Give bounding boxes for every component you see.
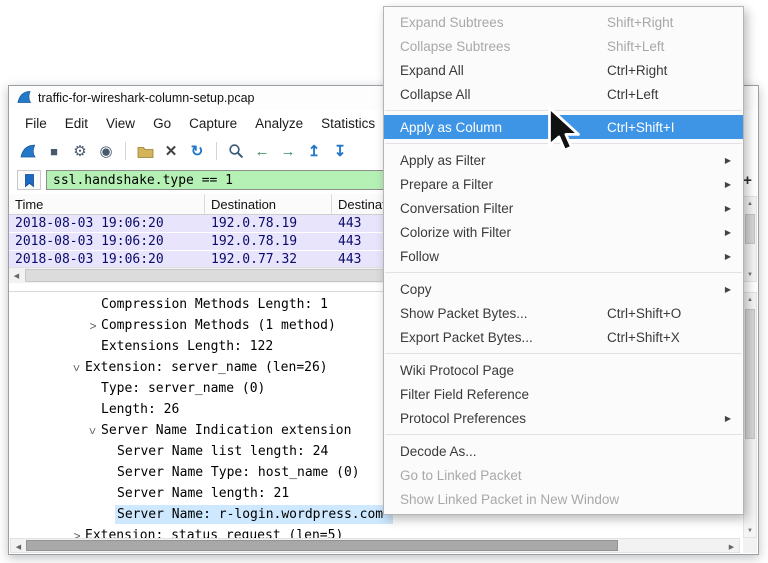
wireshark-logo-icon — [16, 89, 32, 108]
submenu-arrow-icon: ▶ — [721, 180, 731, 189]
menu-item-show-linked-packet-in-new-window[interactable]: Show Linked Packet in New Window — [384, 487, 743, 511]
menu-view[interactable]: View — [97, 113, 144, 134]
scroll-right-icon[interactable]: ▶ — [724, 539, 739, 554]
submenu-arrow-icon: ▶ — [721, 204, 731, 213]
cell-time: 2018-08-03 19:06:20 — [9, 251, 205, 267]
menu-item-export-packet-bytes[interactable]: Export Packet Bytes...Ctrl+Shift+X — [384, 325, 743, 349]
scroll-down-icon[interactable]: ▼ — [744, 268, 756, 281]
cell-destination: 192.0.78.19 — [205, 215, 332, 232]
submenu-arrow-icon: ▶ — [721, 285, 731, 294]
menu-item-apply-as-filter[interactable]: Apply as Filter▶ — [384, 148, 743, 172]
menu-separator — [385, 434, 742, 435]
submenu-arrow-icon: ▶ — [721, 228, 731, 237]
menu-item-conversation-filter[interactable]: Conversation Filter▶ — [384, 196, 743, 220]
go-back-icon[interactable]: ← — [253, 141, 271, 161]
toolbar-separator — [216, 142, 217, 160]
menu-item-expand-all[interactable]: Expand AllCtrl+Right — [384, 58, 743, 82]
scroll-left-icon[interactable]: ◀ — [9, 268, 24, 283]
menu-item-follow[interactable]: Follow▶ — [384, 244, 743, 268]
menu-separator — [385, 272, 742, 273]
menu-separator — [385, 110, 742, 111]
cell-time: 2018-08-03 19:06:20 — [9, 215, 205, 232]
column-header-destination[interactable]: Destination — [205, 194, 332, 214]
menu-item-prepare-a-filter[interactable]: Prepare a Filter▶ — [384, 172, 743, 196]
capture-options-icon[interactable]: ⚙ — [71, 141, 89, 161]
expanded-expander-icon[interactable] — [85, 424, 101, 438]
go-last-icon[interactable]: ↧ — [331, 141, 349, 161]
scrollbar-thumb[interactable] — [745, 214, 755, 244]
expanded-expander-icon[interactable] — [69, 361, 85, 375]
menu-item-expand-subtrees[interactable]: Expand SubtreesShift+Right — [384, 10, 743, 34]
scroll-up-icon[interactable]: ▲ — [744, 293, 756, 306]
scroll-left-icon[interactable]: ◀ — [11, 539, 26, 554]
cell-destination: 192.0.78.19 — [205, 233, 332, 250]
cell-time: 2018-08-03 19:06:20 — [9, 233, 205, 250]
start-capture-icon[interactable] — [19, 141, 37, 161]
submenu-arrow-icon: ▶ — [721, 414, 731, 423]
menu-item-protocol-preferences[interactable]: Protocol Preferences▶ — [384, 406, 743, 430]
tree-item-extension-status-request[interactable]: Extension: status_request (len=5) — [9, 525, 743, 539]
menu-item-decode-as[interactable]: Decode As... — [384, 439, 743, 463]
submenu-arrow-icon: ▶ — [721, 252, 731, 261]
window-title: traffic-for-wireshark-column-setup.pcap — [38, 91, 255, 105]
menu-file[interactable]: File — [16, 113, 56, 134]
go-first-icon[interactable]: ↥ — [305, 141, 323, 161]
menu-item-go-to-linked-packet[interactable]: Go to Linked Packet — [384, 463, 743, 487]
filter-bookmark-icon[interactable] — [17, 170, 41, 190]
menu-statistics[interactable]: Statistics — [312, 113, 384, 134]
screen: traffic-for-wireshark-column-setup.pcap … — [0, 0, 768, 563]
menu-item-wiki-protocol-page[interactable]: Wiki Protocol Page — [384, 358, 743, 382]
scroll-down-icon[interactable]: ▼ — [744, 524, 756, 537]
column-header-time[interactable]: Time — [9, 194, 205, 214]
menu-item-filter-field-reference[interactable]: Filter Field Reference — [384, 382, 743, 406]
menu-item-colorize-with-filter[interactable]: Colorize with Filter▶ — [384, 220, 743, 244]
menu-separator — [385, 353, 742, 354]
detail-hscrollbar[interactable]: ◀ ▶ — [10, 538, 740, 553]
cell-destination: 192.0.77.32 — [205, 251, 332, 267]
reload-icon[interactable]: ↻ — [188, 141, 206, 161]
scrollbar-thumb[interactable] — [26, 540, 618, 551]
detail-vscrollbar[interactable]: ▲ ▼ — [743, 292, 757, 538]
toolbar-separator — [125, 142, 126, 160]
scrollbar-corner — [743, 538, 757, 553]
menu-item-collapse-all[interactable]: Collapse AllCtrl+Left — [384, 82, 743, 106]
scrollbar-thumb[interactable] — [745, 309, 755, 439]
go-forward-icon[interactable]: → — [279, 141, 297, 161]
open-file-icon[interactable] — [136, 141, 154, 161]
menu-edit[interactable]: Edit — [56, 113, 97, 134]
collapsed-expander-icon[interactable] — [85, 319, 101, 333]
close-file-icon[interactable]: ✕ — [162, 141, 180, 161]
menu-item-show-packet-bytes[interactable]: Show Packet Bytes...Ctrl+Shift+O — [384, 301, 743, 325]
restart-capture-icon[interactable]: ◉ — [97, 141, 115, 161]
scroll-up-icon[interactable]: ▲ — [744, 197, 756, 210]
menu-separator — [385, 143, 742, 144]
menu-item-collapse-subtrees[interactable]: Collapse SubtreesShift+Left — [384, 34, 743, 58]
stop-capture-icon[interactable]: ■ — [45, 141, 63, 161]
submenu-arrow-icon: ▶ — [721, 156, 731, 165]
menu-item-apply-as-column[interactable]: Apply as ColumnCtrl+Shift+I — [384, 115, 743, 139]
menu-go[interactable]: Go — [144, 113, 180, 134]
menu-analyze[interactable]: Analyze — [246, 113, 312, 134]
menu-capture[interactable]: Capture — [180, 113, 246, 134]
find-packet-icon[interactable] — [227, 141, 245, 161]
packet-list-vscrollbar[interactable]: ▲ ▼ — [743, 196, 757, 282]
context-menu: Expand SubtreesShift+Right Collapse Subt… — [383, 6, 744, 515]
menu-item-copy[interactable]: Copy▶ — [384, 277, 743, 301]
